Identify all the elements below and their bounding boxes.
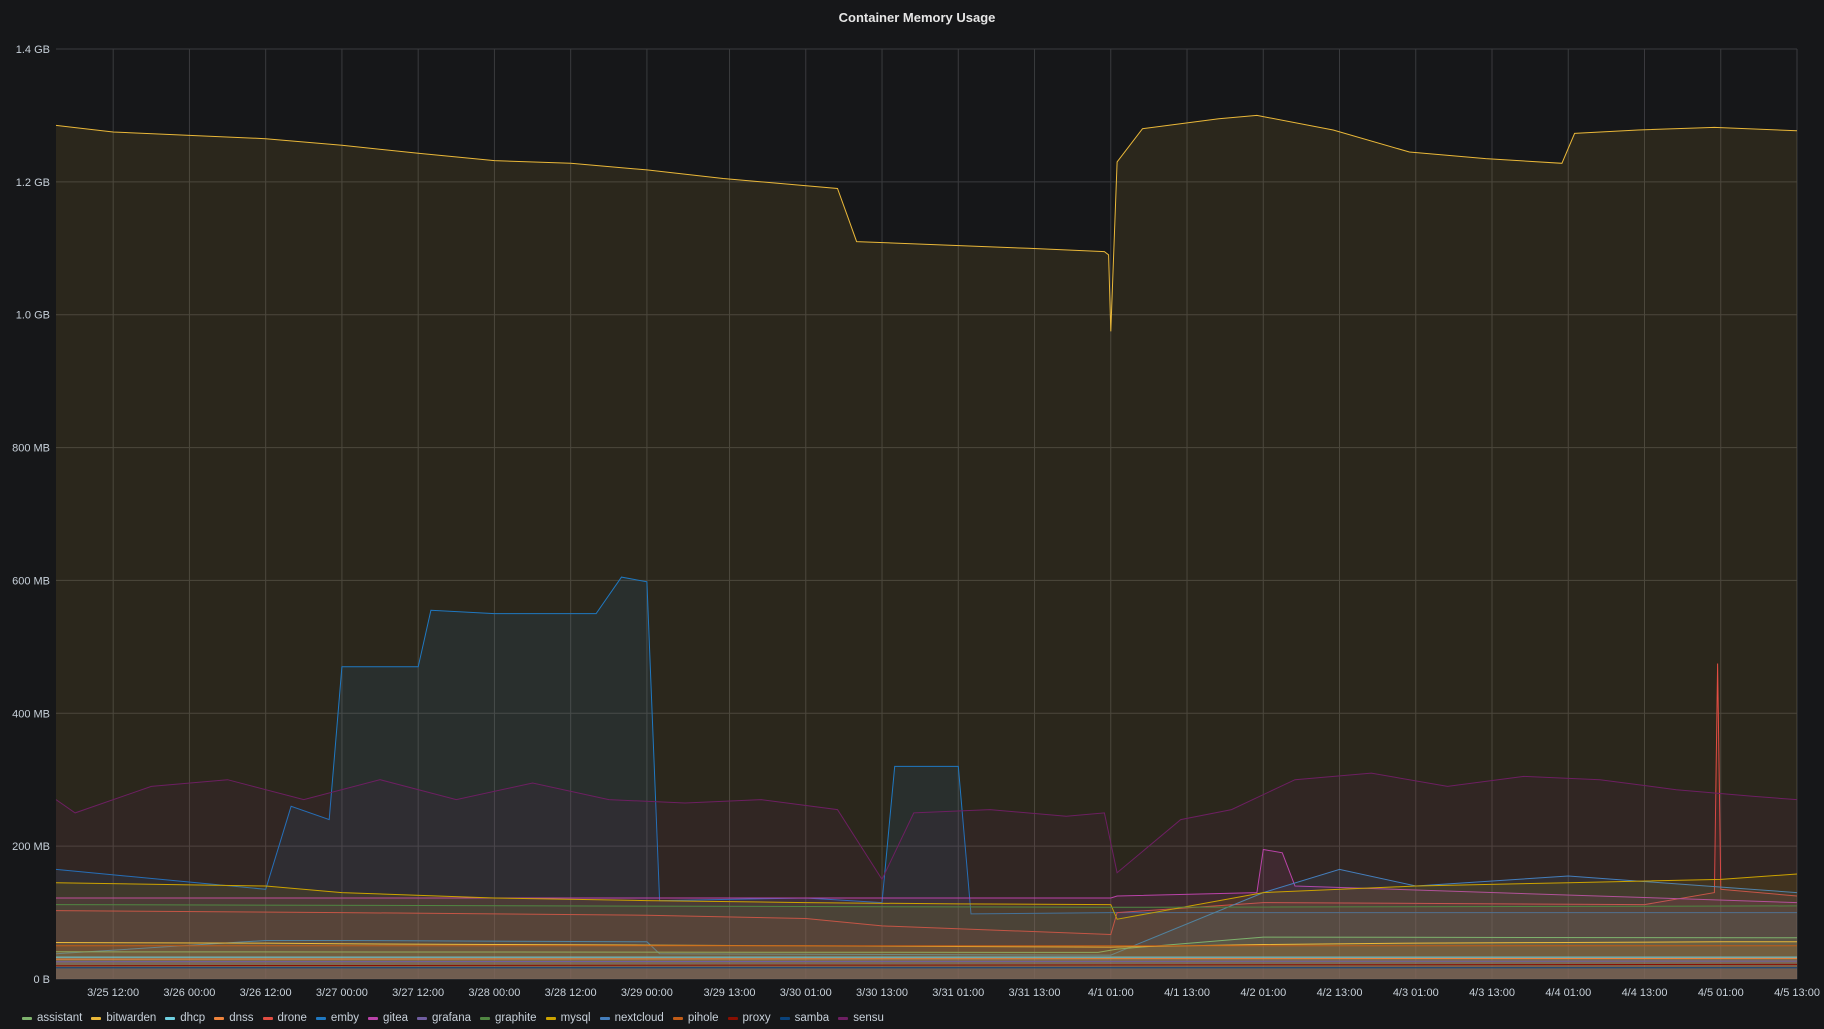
legend-item-assistant[interactable]: assistant — [22, 1012, 82, 1024]
legend-item-nextcloud[interactable]: nextcloud — [599, 1012, 664, 1024]
legend-label: proxy — [742, 1012, 771, 1024]
y-tick-label: 600 MB — [12, 575, 50, 587]
legend-label: dhcp — [180, 1012, 206, 1024]
x-tick-label: 3/28 12:00 — [545, 987, 597, 999]
x-tick-label: 4/2 01:00 — [1240, 987, 1286, 999]
legend-label: nextcloud — [614, 1012, 664, 1024]
series-line-grafana — [55, 960, 1798, 963]
legend-swatch — [480, 1016, 490, 1020]
legend-item-samba[interactable]: samba — [779, 1012, 830, 1024]
x-tick-label: 3/30 13:00 — [856, 987, 908, 999]
legend-swatch — [672, 1016, 683, 1020]
x-tick-label: 3/26 00:00 — [163, 987, 215, 999]
legend-label: emby — [330, 1012, 360, 1024]
x-tick-label: 4/1 13:00 — [1164, 987, 1210, 999]
series-area-samba — [56, 967, 1797, 979]
legend-swatch — [368, 1016, 379, 1020]
legend-swatch — [416, 1016, 427, 1020]
legend-item-graphite[interactable]: graphite — [480, 1012, 537, 1024]
x-tick-label: 3/31 13:00 — [1009, 987, 1061, 999]
x-tick-label: 4/5 13:00 — [1774, 987, 1820, 999]
legend-swatch — [91, 1016, 102, 1020]
x-tick-label: 3/29 13:00 — [704, 987, 756, 999]
y-tick-label: 200 MB — [12, 841, 50, 853]
x-tick-label: 3/25 12:00 — [87, 987, 139, 999]
legend-item-pihole[interactable]: pihole — [672, 1012, 719, 1024]
legend-swatch — [545, 1016, 556, 1020]
legend-swatch — [727, 1016, 738, 1020]
legend-swatch — [838, 1016, 849, 1020]
y-tick-label: 1.4 GB — [16, 44, 50, 56]
chart-panel: Container Memory Usage 0 B 200 MB 400 MB 60… — [0, 0, 1824, 1029]
legend-label: samba — [794, 1012, 830, 1024]
x-tick-label: 3/31 01:00 — [932, 987, 984, 999]
legend-item-emby[interactable]: emby — [315, 1012, 360, 1024]
series-line-dnss — [55, 957, 1798, 960]
legend-label: dnss — [229, 1012, 254, 1024]
legend-item-gitea[interactable]: gitea — [368, 1012, 408, 1024]
legend-item-dnss[interactable]: dnss — [214, 1012, 254, 1024]
legend-label: graphite — [495, 1012, 537, 1024]
legend-label: drone — [277, 1012, 307, 1024]
x-tick-label: 3/27 00:00 — [316, 987, 368, 999]
legend-item-mysql[interactable]: mysql — [545, 1012, 591, 1024]
x-tick-label: 4/5 01:00 — [1698, 987, 1744, 999]
legend-item-drone[interactable]: drone — [262, 1012, 307, 1024]
y-tick-label: 1.2 GB — [16, 177, 50, 189]
x-tick-label: 4/1 01:00 — [1088, 987, 1134, 999]
legend-label: pihole — [687, 1012, 719, 1024]
legend-label: sensu — [853, 1012, 884, 1024]
legend-swatch — [599, 1016, 610, 1020]
plot-area[interactable]: 0 B 200 MB 400 MB 600 MB 800 MB 1.0 GB 1.2 GB 1… — [0, 0, 1824, 1005]
x-tick-label: 4/2 13:00 — [1317, 987, 1363, 999]
x-tick-label: 3/26 12:00 — [240, 987, 292, 999]
legend-label: grafana — [431, 1012, 471, 1024]
y-tick-label: 400 MB — [12, 708, 50, 720]
legend-label: bitwarden — [106, 1012, 157, 1024]
x-tick-label: 3/28 00:00 — [468, 987, 520, 999]
x-tick-label: 4/3 13:00 — [1469, 987, 1515, 999]
y-tick-label: 0 B — [33, 974, 50, 986]
x-tick-label: 3/29 00:00 — [621, 987, 673, 999]
legend-item-proxy[interactable]: proxy — [727, 1012, 771, 1024]
legend-label: assistant — [37, 1012, 83, 1024]
legend-label: gitea — [383, 1012, 408, 1024]
x-tick-label: 3/30 01:00 — [780, 987, 832, 999]
y-tick-label: 800 MB — [12, 443, 50, 455]
y-tick-label: 1.0 GB — [16, 310, 50, 322]
x-tick-label: 3/27 12:00 — [392, 987, 444, 999]
legend-swatch — [779, 1016, 790, 1020]
legend-swatch — [22, 1016, 32, 1020]
legend-item-grafana[interactable]: grafana — [416, 1012, 471, 1024]
legend-swatch — [165, 1016, 176, 1020]
legend-label: mysql — [560, 1012, 591, 1024]
legend-swatch — [315, 1016, 326, 1020]
x-tick-label: 4/4 13:00 — [1622, 987, 1668, 999]
legend-swatch — [214, 1016, 225, 1020]
legend: assistant bitwarden dhcp dnss drone emby gitea… — [22, 1010, 893, 1026]
x-tick-label: 4/3 01:00 — [1393, 987, 1439, 999]
legend-item-dhcp[interactable]: dhcp — [165, 1012, 205, 1024]
legend-swatch — [262, 1016, 273, 1020]
legend-item-sensu[interactable]: sensu — [838, 1012, 884, 1024]
x-tick-label: 4/4 01:00 — [1545, 987, 1591, 999]
legend-item-bitwarden[interactable]: bitwarden — [91, 1012, 156, 1024]
